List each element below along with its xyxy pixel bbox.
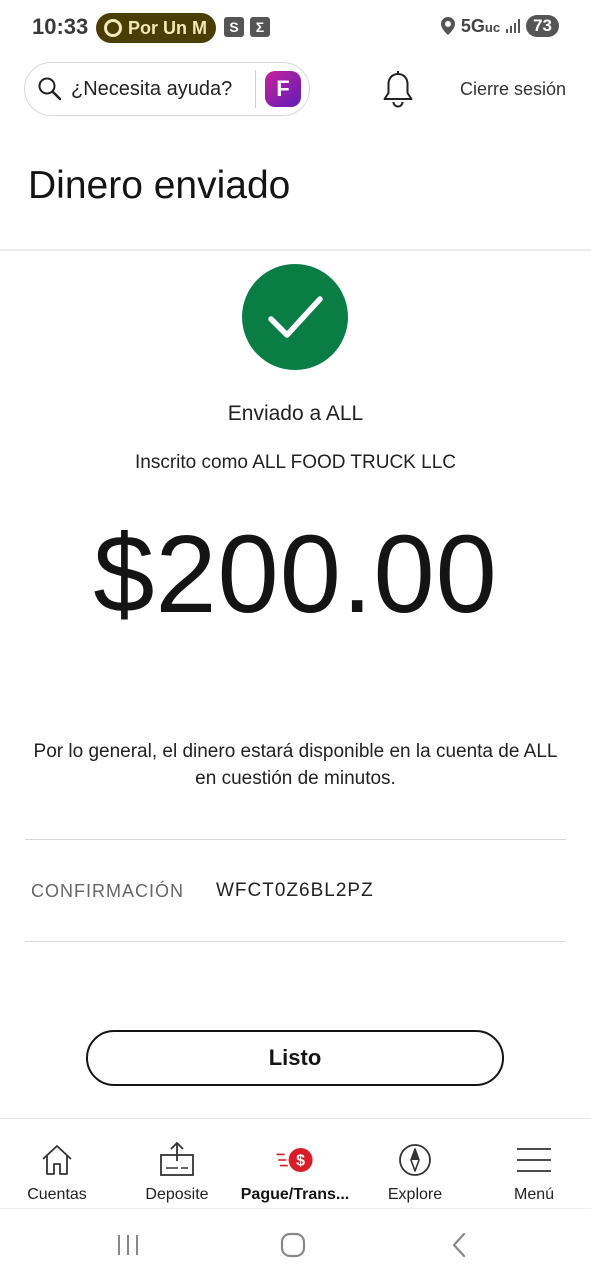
nav-label: Cuentas — [27, 1186, 87, 1203]
divider — [25, 839, 566, 840]
page-title: Dinero enviado — [28, 164, 291, 207]
nav-item-menu[interactable]: Menú — [475, 1119, 591, 1209]
recent-apps-icon[interactable] — [108, 1227, 148, 1263]
svg-text:$: $ — [296, 1153, 305, 1170]
header-divider — [0, 249, 591, 251]
status-right: 5Guc 73 — [440, 15, 559, 37]
recipient-text: Enviado a ALL — [227, 402, 364, 425]
bell-icon[interactable] — [380, 70, 416, 110]
search-icon — [38, 77, 62, 101]
back-icon[interactable] — [439, 1227, 479, 1263]
hamburger-menu-icon — [514, 1140, 554, 1180]
search-input[interactable]: ¿Necesita ayuda? F — [24, 62, 310, 116]
confirmation-label: CONFIRMACIÓN — [31, 881, 184, 901]
nav-label: Deposite — [145, 1186, 209, 1203]
success-check-icon — [242, 264, 348, 370]
availability-note: Por lo general, el dinero estará disponi… — [33, 741, 558, 789]
location-icon — [440, 17, 455, 35]
network-indicator: 5Guc — [461, 16, 500, 37]
nav-item-deposite[interactable]: Deposite — [118, 1119, 236, 1209]
enrolled-as-text: Inscrito como ALL FOOD TRUCK LLC — [135, 452, 456, 473]
nav-item-explore[interactable]: Explore — [356, 1119, 474, 1209]
media-pill[interactable]: Por Un M — [96, 13, 216, 43]
system-nav-bar — [0, 1208, 591, 1280]
battery-icon: 73 — [526, 15, 559, 37]
amount-text: $200.00 — [93, 513, 498, 636]
confirmation-value: WFCT0Z6BL2PZ — [216, 880, 374, 901]
home-button-icon[interactable] — [273, 1227, 313, 1263]
divider — [25, 941, 566, 942]
s-badge-icon: S — [224, 17, 244, 37]
search-placeholder: ¿Necesita ayuda? — [71, 77, 233, 100]
network-suffix: uc — [484, 19, 501, 35]
sign-out-link[interactable]: Cierre sesión — [460, 79, 566, 100]
status-bar: 10:33 Por Un M S Σ 5Guc 73 — [0, 0, 591, 56]
search-divider — [255, 70, 256, 108]
nav-label: Explore — [387, 1186, 443, 1203]
bottom-nav: Cuentas Deposite $ Pague/Trans... Explor… — [0, 1118, 591, 1208]
signal-icon — [506, 19, 521, 33]
assistant-logo-icon[interactable]: F — [265, 71, 301, 107]
compass-icon — [395, 1140, 435, 1180]
status-time: 10:33 — [32, 14, 89, 39]
nav-label: Pague/Trans... — [240, 1186, 350, 1203]
battery-level: 73 — [533, 16, 552, 35]
sigma-badge-icon: Σ — [250, 17, 270, 37]
nav-item-cuentas[interactable]: Cuentas — [0, 1119, 116, 1209]
nav-item-pague-trans[interactable]: $ Pague/Trans... — [236, 1119, 354, 1209]
done-button[interactable]: Listo — [86, 1030, 504, 1086]
circle-icon — [104, 19, 122, 37]
pay-transfer-icon: $ — [275, 1140, 315, 1180]
deposit-icon — [157, 1140, 197, 1180]
assistant-letter: F — [276, 76, 290, 101]
home-icon — [37, 1140, 77, 1180]
network-type: 5G — [460, 15, 485, 36]
nav-label: Menú — [513, 1186, 555, 1203]
media-pill-label: Por Un M — [128, 17, 207, 38]
